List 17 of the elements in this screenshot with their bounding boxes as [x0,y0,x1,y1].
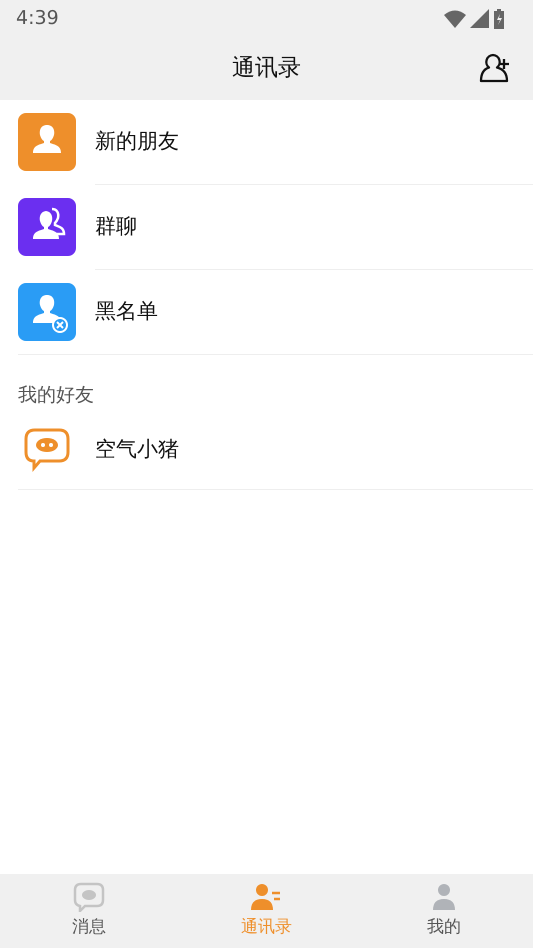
friend-name: 空气小猪 [95,436,179,464]
entry-label: 新的朋友 [95,128,179,156]
section-title: 我的好友 [17,383,95,408]
tab[interactable]: 消息 [0,874,178,948]
entry-label: 群聊 [95,213,137,240]
chat-icon [72,882,106,912]
page-title: 通讯录 [232,54,301,84]
entry-label: 黑名单 [95,298,158,326]
friend-row[interactable]: 空气小猪 [0,411,533,489]
contact-menu-row[interactable]: 群聊 [0,185,533,269]
battery-icon [493,8,505,28]
signal-icon [470,9,489,28]
wifi-icon [444,10,466,28]
contact-menu-row[interactable]: 黑名单 [0,270,533,354]
tab[interactable]: 我的 [355,874,533,948]
status-time: 4:39 [16,6,59,32]
contact-menu-row[interactable]: 新的朋友 [0,100,533,184]
